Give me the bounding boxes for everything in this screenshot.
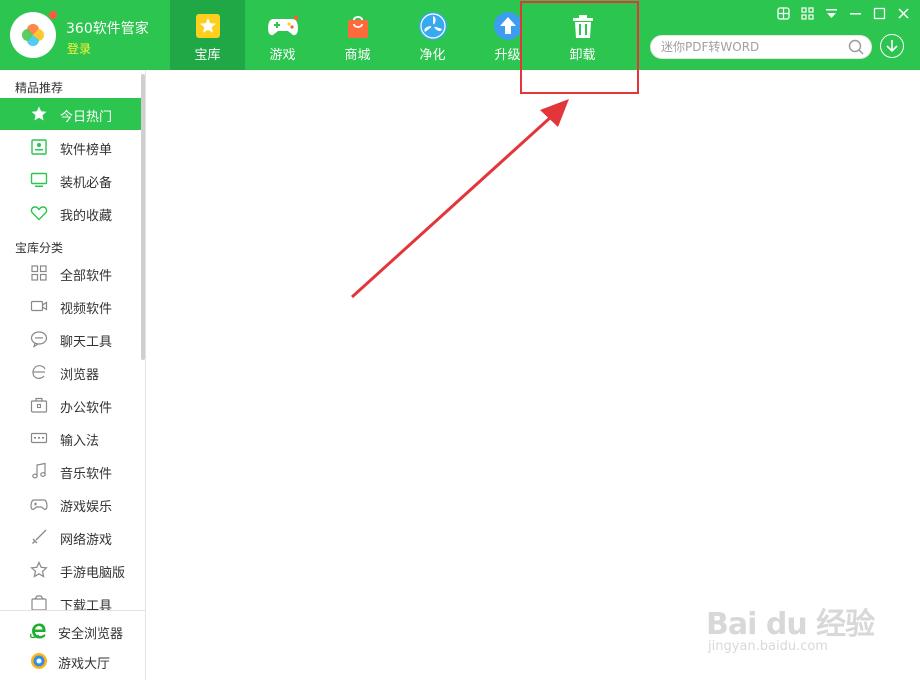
watermark-url: jingyan.baidu.com (708, 639, 828, 654)
tab-clean[interactable]: 净化 (395, 0, 470, 70)
link-game-hall[interactable]: 游戏大厅 (0, 646, 146, 676)
sidebar-item-music[interactable]: 音乐软件 (0, 455, 141, 487)
search-icon[interactable] (848, 39, 864, 55)
tab-baoku[interactable]: 宝库 (170, 0, 245, 70)
gamepad-icon (267, 15, 298, 36)
minimize-icon[interactable] (846, 4, 864, 22)
tab-label: 宝库 (194, 48, 221, 63)
grid-icon (31, 265, 47, 281)
sidebar-item-favorites[interactable]: 我的收藏 (0, 197, 141, 229)
sidebar-item-mobile-games-pc[interactable]: 手游电脑版 (0, 554, 141, 586)
sidebar-item-input-method[interactable]: 输入法 (0, 422, 141, 454)
upgrade-arrow-icon (493, 12, 522, 40)
sidebar-item-ranking[interactable]: 软件榜单 (0, 131, 141, 163)
sidebar-item-browser[interactable]: 浏览器 (0, 356, 141, 388)
sidebar-item-label: 输入法 (60, 434, 100, 449)
ranking-icon (31, 139, 47, 155)
sidebar-item-label: 游戏娱乐 (60, 500, 113, 515)
video-camera-icon (30, 300, 48, 312)
sidebar-item-label: 装机必备 (60, 176, 113, 191)
ie-browser-icon (30, 623, 46, 639)
sidebar-item-chat[interactable]: 聊天工具 (0, 323, 141, 355)
sidebar-scrollbar[interactable] (141, 74, 145, 360)
music-note-icon (32, 462, 46, 479)
download-arrow-icon (886, 40, 898, 53)
sidebar-item-label: 网络游戏 (60, 533, 113, 548)
app-logo[interactable] (10, 11, 57, 58)
search-input[interactable] (661, 39, 841, 55)
tab-label: 商城 (344, 48, 371, 63)
download-manager-button[interactable] (880, 34, 904, 58)
sidebar-item-office[interactable]: 办公软件 (0, 389, 141, 421)
sidebar-bottom-links: 安全浏览器 游戏大厅 (0, 610, 146, 680)
dropdown-icon[interactable] (822, 4, 840, 22)
star-icon (195, 14, 220, 38)
sidebar-item-games-ent[interactable]: 游戏娱乐 (0, 488, 141, 520)
bottom-link-label: 游戏大厅 (58, 657, 111, 672)
sidebar-item-label: 浏览器 (60, 368, 100, 383)
sidebar-item-video[interactable]: 视频软件 (0, 290, 141, 322)
game-hall-icon (31, 653, 47, 669)
section-title-categories: 宝库分类 (15, 241, 64, 255)
browser-icon (32, 365, 46, 379)
top-bar: 360软件管家 登录 宝库 游戏 商城 净化 升级 卸载 迷你PDF转WORD (0, 0, 920, 70)
skin-icon[interactable] (774, 4, 792, 22)
notification-dot (49, 11, 57, 19)
section-title-recommended: 精品推荐 (15, 81, 64, 95)
sidebar-item-label: 音乐软件 (60, 467, 113, 482)
sidebar-item-label: 全部软件 (60, 269, 113, 284)
sidebar-item-label: 今日热门 (60, 110, 113, 125)
logo-icon (22, 24, 44, 46)
tab-mall[interactable]: 商城 (320, 0, 395, 70)
sidebar-item-label: 我的收藏 (60, 209, 113, 224)
star-outline-icon (30, 561, 48, 578)
link-safe-browser[interactable]: 安全浏览器 (0, 616, 146, 646)
monitor-icon (30, 172, 48, 187)
chat-bubble-icon (30, 331, 48, 348)
watermark-logo-text: Bai du 经验 (706, 607, 875, 642)
heart-icon (30, 206, 48, 221)
shopping-bag-icon (347, 16, 368, 38)
sidebar-item-label: 手游电脑版 (60, 566, 126, 581)
sidebar-item-all-software[interactable]: 全部软件 (0, 257, 141, 289)
briefcase-icon (30, 397, 48, 413)
tab-games[interactable]: 游戏 (245, 0, 320, 70)
annotation-highlight-box (520, 1, 639, 94)
sidebar-item-download-tools[interactable]: 下载工具 (0, 587, 141, 610)
keyboard-icon (30, 432, 48, 444)
sidebar-item-label: 软件榜单 (60, 143, 113, 158)
menu-icon[interactable] (798, 4, 816, 22)
login-link[interactable]: 登录 (67, 40, 91, 57)
app-window: 360软件管家 登录 宝库 游戏 商城 净化 升级 卸载 迷你PDF转WORD … (0, 0, 920, 680)
sidebar-item-label: 视频软件 (60, 302, 113, 317)
tab-label: 净化 (419, 48, 446, 63)
sidebar: 精品推荐 今日热门 软件榜单 装机必备 我的收藏 宝库分类 全部软件 视频软件 … (0, 70, 146, 680)
main-content-area (147, 70, 920, 680)
sidebar-item-label: 下载工具 (60, 599, 113, 610)
gamepad-outline-icon (30, 499, 48, 510)
maximize-icon[interactable] (870, 4, 888, 22)
star-icon (31, 106, 47, 121)
sidebar-item-label: 办公软件 (60, 401, 113, 416)
download-box-icon (31, 595, 47, 610)
sidebar-item-label: 聊天工具 (60, 335, 113, 350)
fan-icon (418, 12, 447, 40)
sword-icon (32, 529, 47, 544)
sidebar-item-today-hot[interactable]: 今日热门 (0, 98, 141, 130)
sidebar-item-essentials[interactable]: 装机必备 (0, 164, 141, 196)
close-icon[interactable] (894, 4, 912, 22)
search-box (650, 35, 872, 59)
app-title: 360软件管家 (66, 21, 149, 37)
baidu-watermark: Bai du 经验 jingyan.baidu.com (700, 595, 910, 665)
window-controls (774, 4, 912, 22)
sidebar-scroll-area: 精品推荐 今日热门 软件榜单 装机必备 我的收藏 宝库分类 全部软件 视频软件 … (0, 70, 146, 610)
tab-label: 游戏 (269, 48, 296, 63)
sidebar-item-online-games[interactable]: 网络游戏 (0, 521, 141, 553)
bottom-link-label: 安全浏览器 (58, 627, 124, 642)
